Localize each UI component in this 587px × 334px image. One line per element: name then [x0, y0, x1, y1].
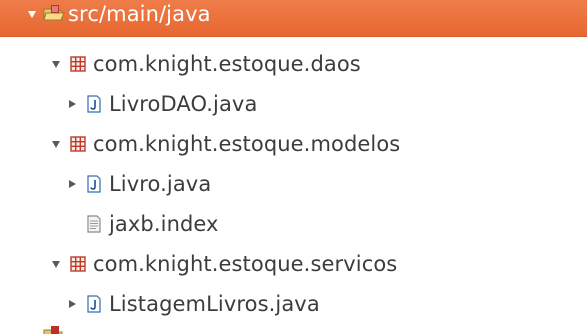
tree-item-label: src/main/java: [68, 2, 211, 26]
tree-item-label: com.knight.estoque.modelos: [93, 132, 401, 156]
source-folder-icon: [43, 5, 65, 23]
project-explorer-tree: src/main/java com.knight.estoque.daos Li…: [0, 0, 587, 334]
java-file-icon: [85, 95, 103, 113]
tree-item-label: jaxb.index: [109, 212, 219, 236]
expand-toggle[interactable]: [49, 257, 63, 271]
java-file-icon: [85, 175, 103, 193]
package-icon: [69, 55, 87, 73]
expand-toggle[interactable]: [65, 97, 79, 111]
tree-item-package-modelos[interactable]: com.knight.estoque.modelos: [0, 124, 587, 164]
tree-item-jaxb-index[interactable]: jaxb.index: [0, 204, 587, 244]
source-folder-icon: [43, 326, 65, 334]
text-file-icon: [85, 215, 103, 233]
tree-item-label: LivroDAO.java: [109, 92, 258, 116]
tree-item-label: com.knight.estoque.daos: [93, 52, 361, 76]
tree-item-label: com.knight.estoque.servicos: [93, 252, 398, 276]
tree-item-src-main-java[interactable]: src/main/java: [0, 0, 587, 37]
tree-item-livro-java[interactable]: Livro.java: [0, 164, 587, 204]
tree-item-package-servicos[interactable]: com.knight.estoque.servicos: [0, 244, 587, 284]
tree-item-clipped[interactable]: [0, 324, 587, 334]
tree-item-package-daos[interactable]: com.knight.estoque.daos: [0, 44, 587, 84]
expand-toggle[interactable]: [49, 137, 63, 151]
tree-item-label: ListagemLivros.java: [109, 292, 320, 316]
expand-toggle[interactable]: [49, 57, 63, 71]
tree-item-listagemlivros-java[interactable]: ListagemLivros.java: [0, 284, 587, 324]
tree-item-livrodao-java[interactable]: LivroDAO.java: [0, 84, 587, 124]
no-toggle-spacer: [65, 217, 79, 231]
package-icon: [69, 135, 87, 153]
package-icon: [69, 255, 87, 273]
java-file-icon: [85, 295, 103, 313]
expand-toggle[interactable]: [65, 297, 79, 311]
tree-item-label: Livro.java: [109, 172, 212, 196]
expand-toggle[interactable]: [65, 177, 79, 191]
expand-toggle[interactable]: [25, 7, 39, 21]
